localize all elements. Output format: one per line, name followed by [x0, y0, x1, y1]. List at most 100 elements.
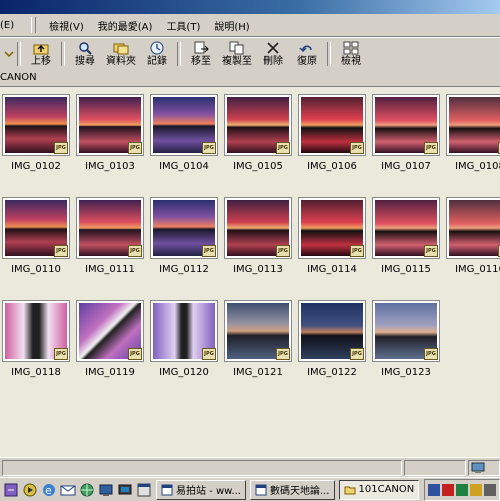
toolbar-separator: [177, 42, 181, 66]
language-icon[interactable]: [470, 483, 482, 496]
thumbnail-frame: JPG: [2, 300, 70, 362]
thumbnail-frame: JPG: [298, 197, 366, 259]
file-thumbnail[interactable]: JPG IMG_0103: [76, 87, 150, 173]
file-thumbnail[interactable]: JPG IMG_0102: [2, 87, 76, 173]
jpg-file-icon: JPG: [276, 142, 290, 154]
thumbnail-frame: JPG: [372, 197, 440, 259]
window-icon[interactable]: [136, 482, 152, 498]
search-button[interactable]: 搜尋: [68, 39, 102, 69]
sunset-photo-image: [449, 200, 500, 256]
antivirus-icon[interactable]: [456, 483, 468, 496]
file-thumbnail[interactable]: JPG IMG_0108: [446, 87, 500, 173]
jpg-file-icon: JPG: [128, 348, 142, 360]
thumbnail-frame: JPG: [2, 197, 70, 259]
menu-view[interactable]: 檢視(V): [42, 18, 91, 33]
jpg-file-icon: JPG: [350, 348, 364, 360]
file-thumbnail[interactable]: JPG IMG_0104: [150, 87, 224, 173]
status-pane-size: [404, 460, 466, 476]
file-thumbnail[interactable]: JPG IMG_0122: [298, 293, 372, 379]
file-thumbnail[interactable]: JPG IMG_0118: [2, 293, 76, 379]
address-path[interactable]: CANON: [0, 71, 37, 85]
menu-edit-partial[interactable]: (E): [0, 20, 21, 31]
menu-favorites[interactable]: 我的最愛(A): [91, 18, 160, 33]
media-player-icon[interactable]: [22, 482, 38, 498]
network-icon[interactable]: [428, 483, 440, 496]
taskbar-button-browser-2[interactable]: 數碼天地論...: [249, 479, 335, 500]
monitor-icon[interactable]: [117, 482, 133, 498]
file-thumbnail[interactable]: JPG IMG_0112: [150, 190, 224, 276]
jpg-file-icon: JPG: [276, 245, 290, 257]
file-thumbnail[interactable]: JPG IMG_0115: [372, 190, 446, 276]
views-label: 檢視: [341, 55, 361, 67]
copy-to-button[interactable]: 複製至: [218, 39, 256, 69]
move-to-button[interactable]: 移至: [184, 39, 218, 69]
taskbar-button-label: 易拍站 - ww...: [176, 486, 241, 497]
copy-to-label: 複製至: [222, 55, 252, 67]
history-button[interactable]: 記錄: [140, 39, 174, 69]
file-name-label: IMG_0110: [11, 264, 61, 275]
delete-icon: [267, 41, 279, 54]
file-thumbnail[interactable]: JPG IMG_0119: [76, 293, 150, 379]
file-thumbnail[interactable]: JPG IMG_0111: [76, 190, 150, 276]
file-name-label: IMG_0113: [233, 264, 283, 275]
folders-button[interactable]: 資料夾: [102, 39, 140, 69]
show-desktop-icon[interactable]: [98, 482, 114, 498]
jpg-file-icon: JPG: [54, 142, 68, 154]
file-thumbnail[interactable]: JPG IMG_0113: [224, 190, 298, 276]
toolbar-separator: [327, 42, 331, 66]
chevron-down-icon: [4, 51, 14, 58]
thumbnail-frame: JPG: [76, 94, 144, 156]
views-button[interactable]: 檢視: [334, 39, 368, 69]
file-name-label: IMG_0111: [85, 264, 135, 275]
undo-button[interactable]: 復原: [290, 39, 324, 69]
file-name-label: IMG_0103: [85, 161, 135, 172]
up-label: 上移: [31, 55, 51, 67]
taskbar-button-label: 數碼天地論...: [269, 486, 330, 497]
acrobat-icon[interactable]: [442, 483, 454, 496]
delete-button[interactable]: 刪除: [256, 39, 290, 69]
file-thumbnail[interactable]: JPG IMG_0120: [150, 293, 224, 379]
menu-tools[interactable]: 工具(T): [159, 18, 207, 33]
thumbnail-frame: JPG: [76, 197, 144, 259]
internet-explorer-icon[interactable]: e: [41, 482, 57, 498]
status-pane-main: [2, 460, 402, 476]
file-thumbnail[interactable]: JPG IMG_0110: [2, 190, 76, 276]
file-thumbnail[interactable]: JPG IMG_0121: [224, 293, 298, 379]
file-view[interactable]: JPG IMG_0102 JPG IMG_0103 JPG IMG_0104 JPG IMG_…: [0, 87, 500, 457]
file-name-label: IMG_0122: [307, 367, 357, 378]
folder-icon: [344, 486, 355, 494]
file-thumbnail[interactable]: JPG IMG_0116: [446, 190, 500, 276]
thumbnail-frame: JPG: [372, 94, 440, 156]
file-name-label: IMG_0106: [307, 161, 357, 172]
up-button[interactable]: 上移: [24, 39, 58, 69]
outlook-express-icon[interactable]: [60, 482, 76, 498]
file-name-label: IMG_0120: [159, 367, 209, 378]
globe-icon[interactable]: [79, 482, 95, 498]
status-pane-zone: [468, 460, 500, 476]
move-to-label: 移至: [191, 55, 211, 67]
file-thumbnail[interactable]: JPG IMG_0107: [372, 87, 446, 173]
taskbar-button-browser-1[interactable]: 易拍站 - ww...: [156, 479, 246, 500]
file-thumbnail[interactable]: JPG IMG_0106: [298, 87, 372, 173]
taskbar-button-explorer[interactable]: 101CANON: [338, 479, 420, 500]
toolbar-overflow-arrow[interactable]: [0, 39, 14, 69]
taskbar: e 易拍站 - ww... 數碼天地論... 101CANON: [0, 477, 500, 501]
file-name-label: IMG_0115: [381, 264, 431, 275]
file-thumbnail[interactable]: JPG IMG_0105: [224, 87, 298, 173]
system-tray: [424, 478, 500, 501]
quick-launch-app-icon[interactable]: [3, 482, 19, 498]
taskbar-button-label: 101CANON: [358, 484, 415, 495]
file-name-label: IMG_0121: [233, 367, 283, 378]
address-bar: CANON: [0, 70, 500, 87]
file-thumbnail[interactable]: JPG IMG_0114: [298, 190, 372, 276]
thumbnail-frame: JPG: [446, 197, 500, 259]
menu-help[interactable]: 說明(H): [207, 18, 256, 33]
copy-to-icon: [229, 41, 244, 54]
volume-icon[interactable]: [484, 483, 496, 496]
jpg-file-icon: JPG: [424, 245, 438, 257]
up-folder-icon: [33, 44, 49, 54]
thumbnail-frame: JPG: [76, 300, 144, 362]
jpg-file-icon: JPG: [350, 142, 364, 154]
jpg-file-icon: JPG: [128, 245, 142, 257]
file-thumbnail[interactable]: JPG IMG_0123: [372, 293, 446, 379]
